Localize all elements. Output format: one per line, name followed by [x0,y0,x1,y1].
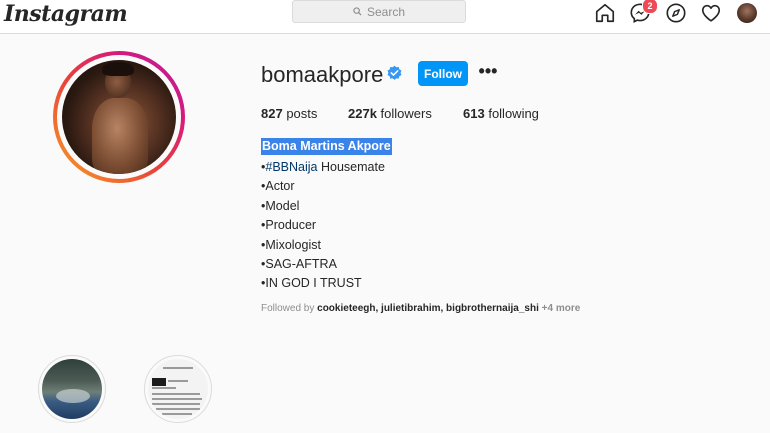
following-link[interactable]: 613 following [463,106,539,121]
profile-username: bomaakpore [261,62,384,87]
verified-badge-icon [387,65,402,80]
posts-label: posts [286,106,318,121]
followers-count: 227k [348,106,377,121]
search-placeholder: Search [366,4,406,19]
profile-bio: •#BBNaija Housemate •Actor •Model •Produ… [261,158,385,294]
home-icon[interactable] [594,2,616,24]
highlight-cover [148,359,208,419]
followers-link[interactable]: 227k followers [348,106,432,121]
highlight-cover [42,359,102,419]
bio-line: •IN GOD I TRUST [261,276,362,291]
explore-icon[interactable] [665,2,687,24]
followed-by-prefix: Followed by [261,303,318,314]
profile-avatar-ring[interactable] [53,51,185,183]
followed-by-names: cookieteegh, julietibrahim, bigbrotherna… [317,303,539,314]
bio-line: •#BBNaija Housemate [261,158,385,177]
bio-line: •SAG-AFTRA [261,257,337,272]
followers-label: followers [380,106,432,121]
following-label: following [488,106,539,121]
messages-badge: 2 [642,0,658,14]
bio-line: •Actor [261,179,295,194]
bio-text: Housemate [317,160,385,174]
bio-line: •Producer [261,218,317,233]
profile-avatar [62,60,176,174]
profile-full-name: Boma Martins Akpore [261,138,392,155]
followed-by-link[interactable]: Followed by cookieteegh, julietibrahim, … [261,303,580,314]
posts-stat: 827 posts [261,106,317,121]
search-input[interactable]: Search [292,0,466,23]
following-count: 613 [463,106,485,121]
heart-icon[interactable] [700,2,722,24]
instagram-logo[interactable]: Instagram [4,1,128,27]
top-nav-bar: Instagram Search 2 [0,0,770,34]
followed-by-more: +4 more [538,303,581,314]
bio-line: •Model [261,198,300,213]
posts-count: 827 [261,106,283,121]
nav-profile-avatar[interactable] [737,3,757,23]
hashtag-link[interactable]: #BBNaija [265,160,317,174]
story-highlight[interactable] [144,355,212,423]
more-options-button[interactable]: ••• [478,62,498,84]
search-icon [353,7,362,16]
messenger-button[interactable]: 2 [629,0,658,24]
follow-button[interactable]: Follow [418,61,468,86]
story-highlight[interactable] [38,355,106,423]
bio-line: •Mixologist [261,237,321,252]
